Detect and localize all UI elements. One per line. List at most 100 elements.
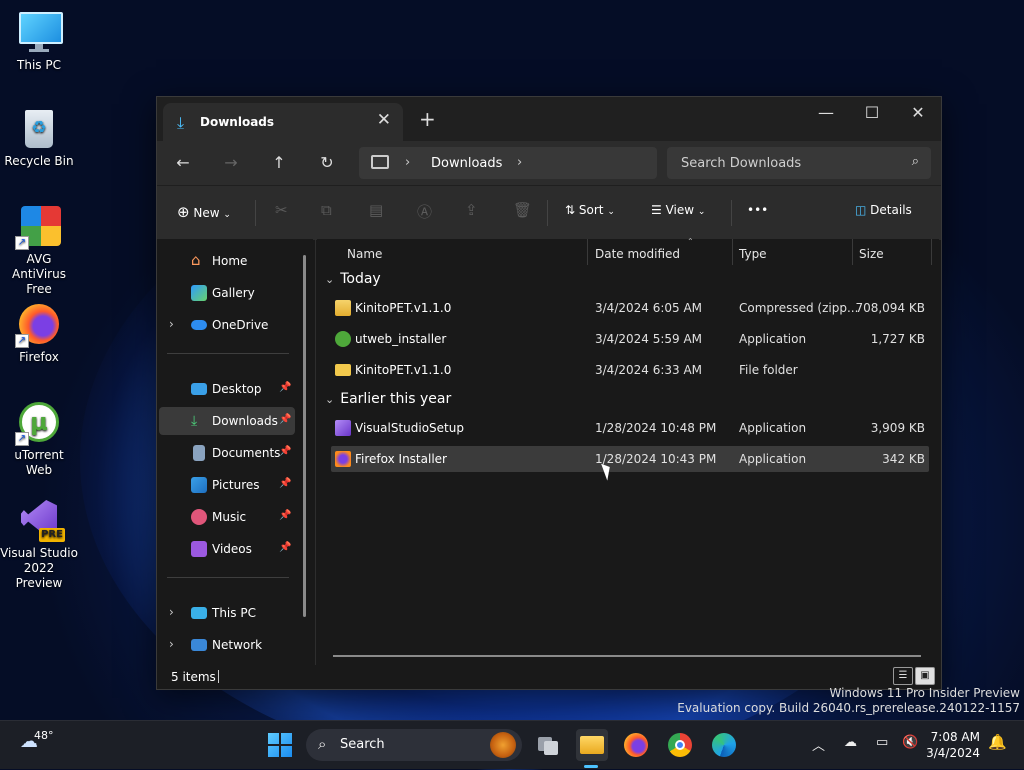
column-divider[interactable] [931,239,932,265]
pane-divider[interactable] [315,239,316,665]
large-icons-view-icon[interactable]: ▣ [915,667,935,685]
file-type: Compressed (zipp... [739,301,859,315]
up-button[interactable]: ↑ [267,153,291,172]
rename-icon[interactable]: Ⓐ [417,201,432,222]
group-header-today[interactable]: ⌄ Today [325,271,381,287]
this-pc-icon [191,607,207,619]
group-header-earlier-this-year[interactable]: ⌄ Earlier this year [325,391,451,407]
copy-icon[interactable]: ⧉ [321,201,332,219]
file-row[interactable]: KinitoPET.v1.1.0 3/4/2024 6:05 AM Compre… [331,295,929,321]
title-bar[interactable]: ⤓ Downloads ✕ + — ☐ ✕ [157,97,941,141]
status-divider [218,670,219,683]
pin-icon[interactable]: 📌 [279,542,291,553]
sidebar-item-this-pc[interactable]: › This PC [159,599,295,627]
details-view-icon[interactable]: ☰ [893,667,913,685]
sidebar-item-home[interactable]: ⌂ Home [159,247,295,275]
sidebar-item-music[interactable]: Music 📌 [159,503,295,531]
sidebar-item-network[interactable]: › Network [159,631,295,659]
shortcut-arrow-icon: ↗ [15,432,29,446]
column-divider[interactable] [732,239,733,265]
view-button[interactable]: ☰ View ⌄ [651,203,705,217]
sidebar-item-downloads[interactable]: ⤓ Downloads 📌 [159,407,295,435]
file-explorer-taskbar-button[interactable] [576,729,608,761]
tab-title: Downloads [200,115,275,129]
close-tab-icon[interactable]: ✕ [377,110,391,130]
sort-button[interactable]: ⇅ Sort ⌄ [565,203,615,217]
pin-icon[interactable]: 📌 [279,478,291,489]
file-row[interactable]: KinitoPET.v1.1.0 3/4/2024 6:33 AM File f… [331,357,929,383]
file-size: 3,909 KB [870,421,925,435]
desktop-icon-visual-studio[interactable]: PRE Visual Studio 2022 Preview [0,498,78,591]
pin-icon[interactable]: 📌 [279,510,291,521]
desktop-icon-recycle-bin[interactable]: ♻ Recycle Bin [0,106,78,169]
chevron-right-icon[interactable]: › [405,155,410,170]
sidebar-item-onedrive[interactable]: › OneDrive [159,311,295,339]
sidebar-item-videos[interactable]: Videos 📌 [159,535,295,563]
sidebar-item-pictures[interactable]: Pictures 📌 [159,471,295,499]
sidebar-item-gallery[interactable]: Gallery [159,279,295,307]
refresh-button[interactable]: ↻ [315,153,339,172]
chrome-taskbar-button[interactable] [664,729,696,761]
edge-taskbar-button[interactable] [708,729,740,761]
sidebar-item-desktop[interactable]: Desktop 📌 [159,375,295,403]
pin-icon[interactable]: 📌 [279,414,291,425]
minimize-button[interactable]: — [803,103,849,122]
paste-icon[interactable]: ▤ [369,201,383,219]
column-header-size[interactable]: Size [859,247,884,261]
column-header-date[interactable]: Date modified [595,247,680,261]
cloud-off-icon[interactable]: ☁ [844,735,857,750]
breadcrumb-downloads[interactable]: Downloads [431,156,502,171]
desktop-icon-utorrent[interactable]: µ ↗ uTorrent Web [0,400,78,478]
desktop-icon-avg[interactable]: ↗ AVG AntiVirus Free [0,204,78,297]
task-view-button[interactable] [532,729,564,761]
clock[interactable]: 7:08 AM 3/4/2024 [926,729,980,761]
weather-widget[interactable]: ☁ 48° [20,729,54,752]
delete-icon[interactable]: 🗑 [513,201,532,219]
new-label: New [193,206,220,220]
share-icon[interactable]: ⇪ [465,201,478,219]
horizontal-scrollbar[interactable] [333,655,921,657]
pin-icon[interactable]: 📌 [279,446,291,457]
details-button[interactable]: ◫ Details [855,203,912,217]
column-header-name[interactable]: Name [347,247,382,261]
desktop-icon-this-pc[interactable]: This PC [0,10,78,73]
file-row[interactable]: VisualStudioSetup 1/28/2024 10:48 PM App… [331,415,929,441]
desktop-icon-firefox[interactable]: ↗ Firefox [0,302,78,365]
volume-icon[interactable]: 🔇 [902,735,918,750]
chevron-right-icon[interactable]: › [169,605,174,619]
sidebar-item-label: Network [212,638,263,652]
watermark-line: Windows 11 Pro Insider Preview [829,686,1020,700]
cloud-icon [191,320,207,330]
address-bar[interactable]: › Downloads › [359,147,657,179]
column-divider[interactable] [587,239,588,265]
close-window-button[interactable]: ✕ [895,103,941,122]
firefox-taskbar-button[interactable] [620,729,652,761]
details-label: Details [870,203,912,217]
show-hidden-icons-chevron-icon[interactable]: ︿ [812,735,825,754]
search-input[interactable]: Search Downloads ⌕ [667,147,931,179]
start-button[interactable] [264,729,296,761]
chevron-right-icon[interactable]: › [169,317,174,331]
maximize-button[interactable]: ☐ [849,103,895,122]
cut-icon[interactable]: ✂ [275,201,288,219]
chevron-right-icon[interactable]: › [517,155,522,170]
new-tab-button[interactable]: + [419,107,436,131]
column-divider[interactable] [852,239,853,265]
file-row[interactable]: utweb_installer 3/4/2024 5:59 AM Applica… [331,326,929,352]
column-header-type[interactable]: Type [739,247,767,261]
network-icon[interactable]: ▭ [876,735,888,750]
pin-icon[interactable]: 📌 [279,382,291,393]
back-button[interactable]: ← [171,153,195,172]
chevron-right-icon[interactable]: › [169,637,174,651]
sidebar-item-documents[interactable]: Documents 📌 [159,439,295,467]
notification-bell-icon[interactable]: 🔔 [988,733,1007,751]
preview-badge: PRE [39,528,65,542]
file-row-selected[interactable]: Firefox Installer 1/28/2024 10:43 PM App… [331,446,929,472]
nav-pane-scrollbar[interactable] [303,255,306,617]
forward-button[interactable]: → [219,153,243,172]
taskbar-search[interactable]: ⌕ Search [306,729,522,761]
more-options-button[interactable]: ••• [747,203,768,217]
sidebar-item-label: Desktop [212,382,262,396]
tab-downloads[interactable]: ⤓ Downloads ✕ [163,103,403,141]
new-button[interactable]: ⊕ New ⌄ [177,203,231,221]
